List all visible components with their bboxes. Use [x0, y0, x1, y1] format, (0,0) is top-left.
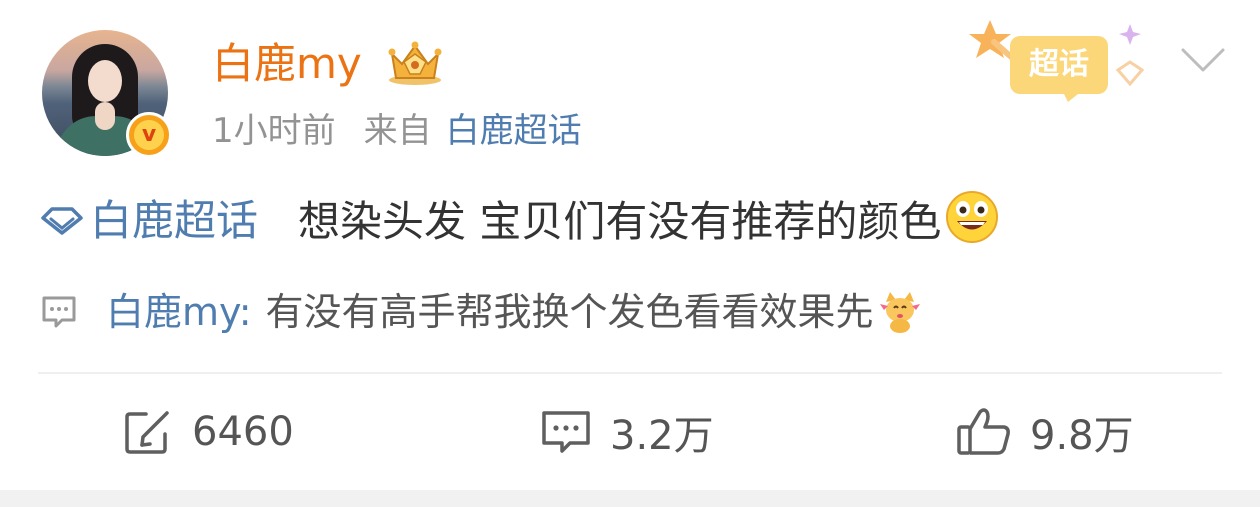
- grinning-face-emoji: [946, 191, 999, 243]
- repost-text: 有没有高手帮我换个发色看看效果先: [265, 290, 874, 334]
- like-button[interactable]: 9.8万: [956, 400, 1134, 464]
- verified-v-icon: v: [134, 120, 164, 150]
- source-label: 来自: [363, 111, 432, 151]
- author-name[interactable]: 白鹿my: [212, 36, 362, 92]
- like-count: 9.8万: [1030, 413, 1134, 459]
- topic-tag[interactable]: 白鹿超话: [40, 191, 258, 251]
- supertopic-badge-icon[interactable]: 超话: [960, 12, 1146, 104]
- repost-icon: [125, 411, 169, 454]
- post-content: 白鹿超话 想染头发 宝贝们有没有推荐的颜色: [40, 190, 999, 252]
- topic-tag-label: 白鹿超话: [90, 196, 259, 245]
- thumbs-up-icon: [957, 408, 1010, 455]
- avatar-face: [88, 60, 122, 102]
- chevron-down-icon[interactable]: [1180, 46, 1226, 74]
- cat-emoji: [879, 292, 920, 333]
- source-link[interactable]: 白鹿超话: [446, 111, 582, 151]
- quote-bubble-icon: [42, 296, 76, 328]
- repost-quote[interactable]: 白鹿my: 有没有高手帮我换个发色看看效果先: [40, 284, 922, 340]
- crown-badge-icon[interactable]: [384, 40, 446, 86]
- comment-count: 3.2万: [610, 413, 714, 459]
- repost-count: 6460: [192, 409, 294, 455]
- repost-button[interactable]: 6460: [124, 400, 294, 464]
- comment-icon: [542, 411, 590, 453]
- post-time: 1小时前: [212, 111, 336, 151]
- post-body-text: 想染头发 宝贝们有没有推荐的颜色: [298, 197, 942, 246]
- comment-button[interactable]: 3.2万: [540, 400, 714, 464]
- supertopic-badge-label: 超话: [1029, 47, 1089, 82]
- bottom-separator: [0, 490, 1260, 507]
- post-meta: 1小时前 来自 白鹿超话: [212, 108, 582, 154]
- avatar-hands: [95, 102, 115, 130]
- diamond-icon: [41, 207, 83, 235]
- repost-username[interactable]: 白鹿my:: [106, 284, 252, 340]
- verified-badge-icon: v: [126, 112, 172, 158]
- divider: [38, 372, 1222, 374]
